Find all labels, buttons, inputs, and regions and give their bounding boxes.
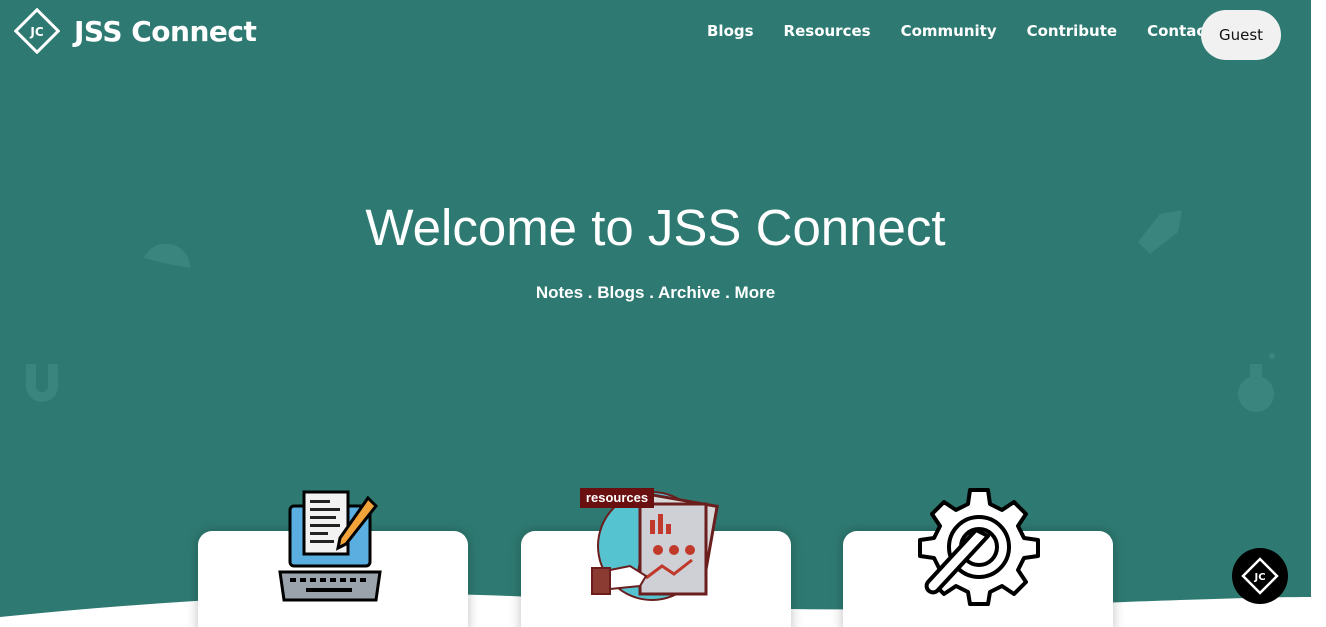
nav-community[interactable]: Community <box>901 22 997 40</box>
nav-resources[interactable]: Resources <box>784 22 871 40</box>
hero-title: Welcome to JSS Connect <box>365 199 946 256</box>
guest-button[interactable]: Guest <box>1201 10 1281 60</box>
main-nav: Blogs Resources Community Contribute Con… <box>707 22 1242 40</box>
hero-section: JC JSS Connect Blogs Resources Community… <box>0 0 1311 627</box>
resources-badge: resources <box>586 490 648 505</box>
fab-logo-text: JC <box>1253 572 1265 583</box>
resources-report-icon: resources <box>580 488 719 601</box>
flask-icon <box>1238 353 1275 412</box>
jc-logo-icon: JC <box>1241 557 1279 595</box>
floating-jc-button[interactable]: JC <box>1232 548 1288 604</box>
nav-blogs[interactable]: Blogs <box>707 22 754 40</box>
magnet-icon <box>26 364 58 402</box>
brand-name: JSS Connect <box>74 14 257 48</box>
brand[interactable]: JC JSS Connect <box>14 8 257 54</box>
hero-subtitle: Notes . Blogs . Archive . More <box>535 283 776 302</box>
jc-logo-icon: JC <box>14 8 60 54</box>
gear-wrench-icon <box>918 488 1040 606</box>
laptop-notes-icon <box>278 490 382 602</box>
nav-contribute[interactable]: Contribute <box>1027 22 1117 40</box>
brand-logo-text: JC <box>29 25 43 39</box>
scrollbar[interactable] <box>1311 0 1326 627</box>
